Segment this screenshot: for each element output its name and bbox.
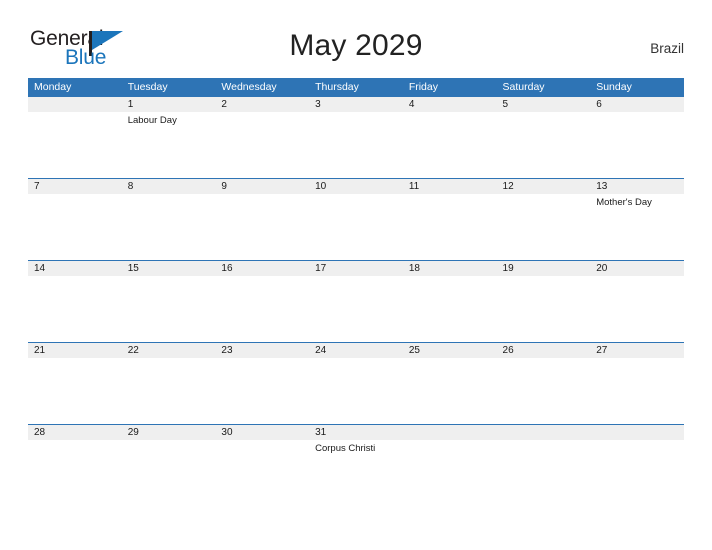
calendar-day-cell-2[interactable]: 2 [215, 97, 309, 178]
weekday-header-row: Monday Tuesday Wednesday Thursday Friday Satu… [28, 78, 684, 97]
calendar-week-row: 1 Labour Day 2 3 4 5 6 [28, 97, 684, 178]
day-number: 22 [127, 345, 139, 356]
calendar-day-cell-10[interactable]: 10 [309, 179, 403, 260]
day-number: 18 [408, 263, 420, 274]
day-number: 30 [221, 427, 233, 438]
weekday-header-thursday: Thursday [315, 81, 359, 93]
day-number: 20 [596, 263, 608, 274]
day-number: 4 [408, 99, 415, 110]
day-number: 24 [315, 345, 327, 356]
day-number: 12 [502, 181, 514, 192]
holiday-label: Labour Day [127, 115, 177, 126]
calendar-day-cell-4[interactable]: 4 [403, 97, 497, 178]
day-number: 10 [315, 181, 327, 192]
calendar-day-cell-11[interactable]: 11 [403, 179, 497, 260]
day-number: 16 [221, 263, 233, 274]
calendar-day-cell-26[interactable]: 26 [497, 343, 591, 424]
day-number: 23 [221, 345, 233, 356]
calendar-day-cell-3[interactable]: 3 [309, 97, 403, 178]
calendar-day-cell-5[interactable]: 5 [497, 97, 591, 178]
holiday-label: Mother's Day [596, 197, 652, 208]
day-number: 14 [34, 263, 46, 274]
calendar-day-cell-21[interactable]: 21 [28, 343, 122, 424]
calendar-day-cell-8[interactable]: 8 [122, 179, 216, 260]
calendar-day-cell-18[interactable]: 18 [403, 261, 497, 342]
calendar-week-row: 7 8 9 10 11 12 13 Mother's Day [28, 178, 684, 260]
day-number: 3 [315, 99, 321, 110]
day-number: 28 [34, 427, 46, 438]
day-number: 1 [127, 99, 134, 110]
day-number: 9 [221, 181, 227, 192]
calendar-day-cell-empty [497, 425, 591, 506]
day-number: 11 [408, 181, 420, 192]
calendar-day-cell-24[interactable]: 24 [309, 343, 403, 424]
week-days: 21 22 23 24 25 26 27 [28, 343, 684, 424]
day-number: 13 [596, 181, 608, 192]
country-label: Brazil [650, 41, 684, 56]
weekday-header-wednesday: Wednesday [221, 81, 277, 93]
weekday-header-friday: Friday [408, 81, 438, 93]
calendar-day-cell-23[interactable]: 23 [215, 343, 309, 424]
page-title: May 2029 [289, 29, 423, 62]
calendar-day-cell-29[interactable]: 29 [122, 425, 216, 506]
calendar-day-cell-31[interactable]: 31 Corpus Christi [309, 425, 403, 506]
calendar-day-cell-17[interactable]: 17 [309, 261, 403, 342]
day-number [34, 97, 122, 112]
calendar-grid: Monday Tuesday Wednesday Thursday Friday Satu… [28, 78, 684, 506]
week-days: 28 29 30 31 Corpus Christi [28, 425, 684, 506]
calendar-day-cell-15[interactable]: 15 [122, 261, 216, 342]
day-number: 7 [34, 181, 40, 192]
day-number: 5 [502, 99, 509, 110]
day-number: 17 [315, 263, 327, 274]
day-number: 2 [221, 99, 227, 110]
day-number: 8 [127, 181, 134, 192]
calendar-day-cell-6[interactable]: 6 [590, 97, 684, 178]
calendar-day-cell-12[interactable]: 12 [497, 179, 591, 260]
calendar-week-row: 21 22 23 24 25 26 27 [28, 342, 684, 424]
weekday-header-saturday: Saturday [502, 81, 545, 93]
week-days: 14 15 16 17 18 19 20 [28, 261, 684, 342]
day-number [409, 425, 497, 440]
calendar-day-cell-30[interactable]: 30 [215, 425, 309, 506]
week-days: 1 Labour Day 2 3 4 5 6 [28, 97, 684, 178]
calendar-body: 1 Labour Day 2 3 4 5 6 7 8 9 10 11 12 13 Mother's Day 1… [28, 97, 684, 506]
calendar-day-cell-7[interactable]: 7 [28, 179, 122, 260]
calendar-day-cell-13[interactable]: 13 Mother's Day [590, 179, 684, 260]
calendar-week-row: 28 29 30 31 Corpus Christi [28, 424, 684, 506]
calendar-day-cell-27[interactable]: 27 [590, 343, 684, 424]
calendar-day-cell-empty [28, 97, 122, 178]
calendar-day-cell-empty [590, 425, 684, 506]
day-number: 25 [408, 345, 420, 356]
calendar-day-cell-16[interactable]: 16 [215, 261, 309, 342]
day-number: 26 [502, 345, 514, 356]
calendar-day-cell-19[interactable]: 19 [497, 261, 591, 342]
weekday-header-sunday: Sunday [596, 81, 632, 93]
week-days: 7 8 9 10 11 12 13 Mother's Day [28, 179, 684, 260]
day-number: 31 [315, 427, 327, 438]
calendar-week-row: 14 15 16 17 18 19 20 [28, 260, 684, 342]
calendar-day-cell-empty [403, 425, 497, 506]
day-number: 6 [596, 99, 602, 110]
day-number: 15 [127, 263, 139, 274]
weekday-header-monday: Monday [34, 81, 72, 93]
holiday-label: Corpus Christi [315, 443, 376, 454]
weekday-header-tuesday: Tuesday [127, 81, 168, 93]
calendar-day-cell-9[interactable]: 9 [215, 179, 309, 260]
day-number [503, 425, 591, 440]
calendar-day-cell-25[interactable]: 25 [403, 343, 497, 424]
calendar-day-cell-22[interactable]: 22 [122, 343, 216, 424]
page-header: General Blue May 2029 Brazil [0, 0, 712, 78]
calendar-day-cell-1[interactable]: 1 Labour Day [122, 97, 216, 178]
day-number: 19 [502, 263, 514, 274]
day-number [596, 425, 684, 440]
calendar-day-cell-20[interactable]: 20 [590, 261, 684, 342]
calendar-day-cell-28[interactable]: 28 [28, 425, 122, 506]
day-number: 21 [34, 345, 46, 356]
calendar-day-cell-14[interactable]: 14 [28, 261, 122, 342]
day-number: 29 [127, 427, 139, 438]
day-number: 27 [596, 345, 608, 356]
